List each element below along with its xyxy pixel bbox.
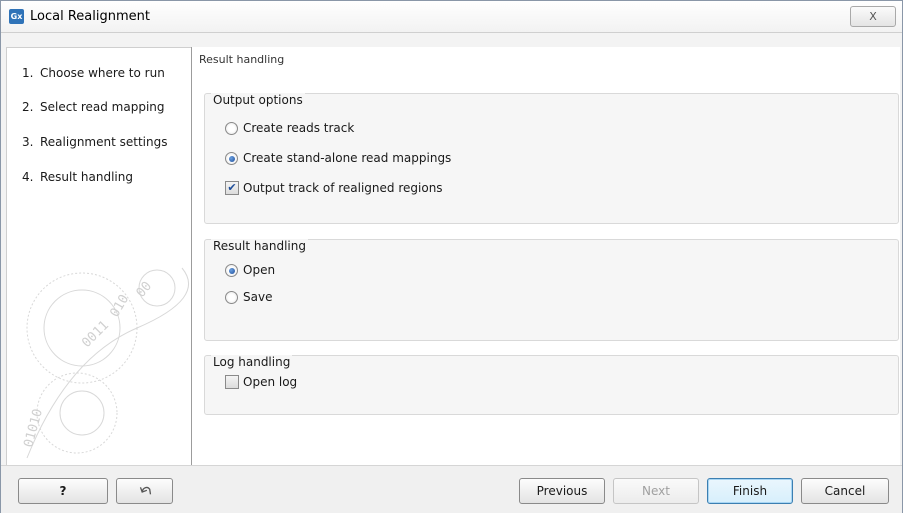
help-button[interactable]: ? bbox=[18, 478, 108, 504]
step-label: Choose where to run bbox=[40, 66, 165, 80]
checkbox[interactable]: ✔ bbox=[225, 181, 239, 195]
svg-text:0011: 0011 bbox=[79, 318, 112, 351]
title-bar: Gx Local Realignment X bbox=[1, 1, 902, 33]
finish-button[interactable]: Finish bbox=[707, 478, 793, 504]
step-number: 1. bbox=[22, 66, 34, 80]
option-label: Open log bbox=[243, 375, 298, 389]
group-title: Output options bbox=[211, 93, 305, 107]
next-button[interactable]: Next bbox=[613, 478, 699, 504]
wizard-steps-sidebar: 1. Choose where to run 2. Select read mapp… bbox=[6, 47, 192, 467]
step-choose-where-to-run: 1. Choose where to run bbox=[22, 66, 165, 80]
svg-text:00: 00 bbox=[134, 279, 156, 301]
svg-text:010: 010 bbox=[107, 292, 132, 320]
option-label: Create reads track bbox=[243, 121, 355, 135]
checkbox[interactable] bbox=[225, 375, 239, 389]
decorative-swirl-watermark: 0011 010 01010 00 bbox=[21, 267, 190, 459]
radio-button[interactable] bbox=[225, 291, 238, 304]
step-label: Realignment settings bbox=[40, 135, 168, 149]
close-button[interactable]: X bbox=[850, 6, 896, 27]
option-label: Output track of realigned regions bbox=[243, 181, 443, 195]
dialog-window: Gx Local Realignment X 1. Choose where to… bbox=[0, 0, 903, 513]
radio-button[interactable] bbox=[225, 122, 238, 135]
result-handling-group: Result handling Open Save bbox=[204, 239, 899, 341]
close-icon: X bbox=[869, 10, 877, 23]
step-number: 2. bbox=[22, 100, 34, 114]
svg-text:01010: 01010 bbox=[21, 407, 46, 449]
radio-button[interactable] bbox=[225, 264, 238, 277]
previous-button[interactable]: Previous bbox=[519, 478, 605, 504]
cancel-button[interactable]: Cancel bbox=[801, 478, 889, 504]
output-options-group: Output options Create reads track Create… bbox=[204, 93, 899, 224]
step-result-handling: 4. Result handling bbox=[22, 170, 133, 184]
step-label: Result handling bbox=[40, 170, 133, 184]
log-handling-group: Log handling Open log bbox=[204, 355, 899, 415]
radio-button[interactable] bbox=[225, 152, 238, 165]
option-label: Create stand-alone read mappings bbox=[243, 151, 452, 165]
step-number: 4. bbox=[22, 170, 34, 184]
page-heading: Result handling bbox=[199, 53, 285, 66]
step-label: Select read mapping bbox=[40, 100, 165, 114]
window-title: Local Realignment bbox=[30, 9, 150, 24]
group-title: Result handling bbox=[211, 239, 308, 253]
step-select-read-mapping: 2. Select read mapping bbox=[22, 100, 165, 114]
button-bar: ? Previous Next Finish Cancel bbox=[1, 465, 902, 513]
main-content: Result handling Output options Create re… bbox=[192, 47, 900, 465]
step-number: 3. bbox=[22, 135, 34, 149]
option-label: Open bbox=[243, 263, 276, 277]
step-realignment-settings: 3. Realignment settings bbox=[22, 135, 167, 149]
help-icon: ? bbox=[59, 484, 67, 498]
group-title: Log handling bbox=[211, 355, 293, 369]
option-label: Save bbox=[243, 290, 273, 304]
app-logo-icon: Gx bbox=[9, 9, 24, 24]
reset-button[interactable] bbox=[116, 478, 173, 504]
undo-icon bbox=[139, 486, 151, 495]
